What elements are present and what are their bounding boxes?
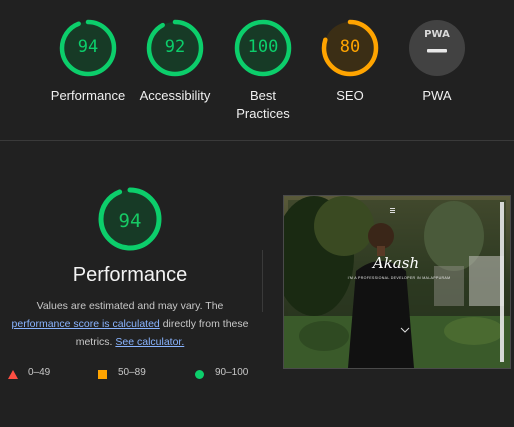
screenshot-hero-tagline: I'M A PROFESSIONAL DEVELOPER IN MALAPPUR…: [347, 276, 451, 280]
circle-icon: [195, 370, 204, 379]
page-screenshot-thumbnail[interactable]: Akash I'M A PROFESSIONAL DEVELOPER IN MA…: [283, 195, 511, 369]
performance-title: Performance: [72, 264, 188, 286]
gauge-pwa[interactable]: PWA PWA: [392, 18, 482, 105]
screenshot-image: [284, 196, 510, 368]
square-icon: [98, 370, 107, 379]
category-scores: 94 Performance 92 Accessibility 100 Best…: [0, 0, 514, 140]
gauge-label-best-practices: Best Practices: [236, 88, 290, 121]
legend-range-average: 50–89: [118, 367, 146, 378]
gauge-score-accessibility: 92: [164, 37, 186, 57]
pwa-badge-icon: [409, 20, 465, 76]
gauge-accessibility[interactable]: 92 Accessibility: [130, 18, 220, 105]
gauge-label-performance: Performance: [50, 88, 126, 103]
pwa-badge-text: PWA: [424, 29, 450, 40]
gauge-score-performance: 94: [77, 37, 99, 57]
gauge-score-best-practices: 100: [247, 37, 279, 57]
see-calculator-link[interactable]: See calculator.: [115, 336, 184, 348]
legend-range-fail: 0–49: [28, 367, 51, 378]
legend-range-pass: 90–100: [215, 367, 249, 378]
gauge-best-practices[interactable]: 100 Best Practices: [218, 18, 308, 123]
gauge-label-seo: SEO: [336, 88, 364, 103]
performance-description: Values are estimated and may vary. The p…: [0, 297, 260, 351]
description-text: Values are estimated and may vary. The: [36, 300, 224, 312]
gauge-label-accessibility: Accessibility: [139, 88, 211, 103]
screenshot-hero-name: Akash: [372, 254, 420, 272]
gauge-score-seo: 80: [339, 37, 361, 57]
gauge-label-pwa: PWA: [422, 88, 452, 103]
score-calculated-link[interactable]: performance score is calculated: [12, 318, 160, 330]
section-divider: [0, 140, 514, 141]
triangle-icon: [8, 370, 18, 379]
vertical-divider: [262, 250, 263, 312]
performance-gauge: 94: [0, 186, 260, 252]
gauge-seo[interactable]: 80 SEO: [305, 18, 395, 105]
gauge-performance[interactable]: 94 Performance: [43, 18, 133, 105]
performance-score: 94: [118, 210, 142, 232]
